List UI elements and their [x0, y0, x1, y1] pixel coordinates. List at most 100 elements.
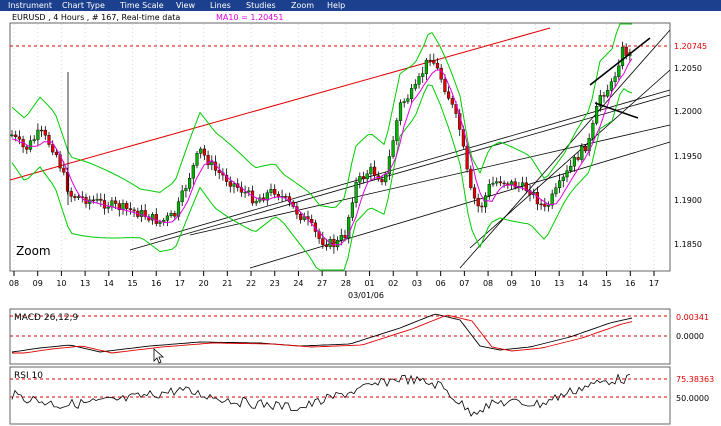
candle-body: [432, 59, 436, 64]
candle-body: [247, 190, 251, 193]
rsi-title: RSI 10: [14, 371, 43, 381]
candle-body: [413, 84, 417, 89]
macd-value-label: 0.00341: [676, 313, 709, 322]
candle-body: [565, 170, 569, 178]
candle-body: [495, 181, 499, 184]
candle-body: [199, 148, 203, 154]
candle-body: [620, 46, 625, 67]
candle-body: [324, 244, 329, 247]
candle-body: [487, 184, 491, 196]
candle-body: [132, 209, 136, 212]
y-tick-label: 1.1850: [674, 240, 702, 249]
candle-body: [95, 198, 99, 201]
candle-body: [51, 144, 55, 153]
x-tick-label: 21: [222, 279, 232, 288]
candle-body: [369, 166, 373, 175]
x-tick-label: 14: [104, 279, 114, 288]
candle-body: [447, 91, 451, 99]
candle-body: [343, 235, 347, 239]
x-tick-label: 15: [601, 279, 611, 288]
candle-body: [17, 136, 21, 140]
candle-body: [321, 238, 325, 246]
candle-body: [384, 173, 388, 183]
y-tick-label: 1.2050: [674, 64, 702, 73]
x-tick-label: 06: [436, 279, 446, 288]
candle-body: [202, 148, 206, 156]
candle-body: [450, 98, 454, 105]
candle-body: [373, 166, 377, 176]
candle-body: [602, 95, 606, 97]
x-axis-date: 03/01/06: [348, 291, 384, 300]
ma-study-label: MA10 = 1.20451: [216, 13, 283, 22]
candle-body: [43, 129, 47, 136]
candle-body: [580, 145, 584, 160]
candle-body: [32, 139, 36, 141]
candle-body: [417, 76, 421, 85]
candle-body: [428, 59, 432, 62]
candle-body: [154, 214, 158, 224]
candle-body: [76, 196, 81, 198]
candle-body: [332, 239, 336, 248]
candle-body: [336, 239, 340, 248]
candle-body: [395, 120, 399, 141]
candle-body: [595, 106, 599, 124]
x-tick-label: 02: [388, 279, 398, 288]
candle-body: [350, 202, 354, 218]
x-tick-label: 15: [127, 279, 137, 288]
candle-body: [424, 59, 428, 74]
candle-body: [617, 65, 621, 77]
candle-body: [40, 129, 44, 132]
candle-body: [125, 203, 129, 209]
candle-body: [28, 140, 33, 150]
x-tick-label: 17: [649, 279, 659, 288]
candle-body: [406, 98, 410, 102]
chart-area[interactable]: EURUSD , 4 Hours , # 167, Real-time data…: [0, 0, 721, 426]
candle-body: [361, 176, 366, 180]
x-tick-label: 16: [625, 279, 635, 288]
x-tick-label: 13: [554, 279, 564, 288]
zoom-label: Zoom: [16, 244, 51, 258]
candle-body: [539, 203, 543, 206]
candle-body: [583, 145, 588, 152]
candle-body: [472, 187, 477, 199]
x-tick-label: 20: [199, 279, 209, 288]
candle-body: [165, 215, 169, 221]
candle-body: [273, 189, 277, 195]
candle-body: [569, 165, 573, 171]
candle-body: [36, 129, 40, 140]
x-tick-label: 27: [317, 279, 327, 288]
candle-body: [546, 204, 551, 207]
candle-body: [624, 46, 628, 56]
candle-body: [380, 178, 384, 183]
chart-info-text: EURUSD , 4 Hours , # 167, Real-time data: [12, 13, 180, 22]
candle-body: [269, 189, 273, 193]
candle-body: [195, 153, 199, 166]
candle-body: [469, 168, 473, 188]
candle-body: [158, 221, 162, 224]
candle-body: [358, 176, 362, 183]
candle-body: [576, 157, 580, 160]
x-tick-label: 16: [151, 279, 161, 288]
candle-body: [69, 191, 73, 197]
candle-body: [591, 122, 595, 139]
candle-body: [435, 63, 440, 69]
rsi-value-label: 75.38363: [676, 375, 714, 384]
rsi-panel-frame: [9, 366, 671, 425]
candle-body: [254, 200, 258, 204]
candle-body: [299, 214, 303, 220]
candle-body: [398, 102, 403, 121]
candle-body: [561, 176, 565, 181]
candle-body: [613, 76, 617, 82]
candle-body: [554, 187, 558, 195]
x-tick-label: 08: [9, 279, 19, 288]
candle-body: [521, 182, 525, 187]
candle-body: [106, 206, 110, 209]
candle-body: [173, 212, 177, 217]
candle-body: [502, 182, 506, 185]
candle-body: [491, 182, 495, 185]
candle-body: [232, 183, 236, 187]
candle-body: [121, 203, 125, 210]
candle-body: [558, 180, 562, 188]
candle-body: [10, 134, 14, 137]
candle-body: [421, 73, 425, 77]
